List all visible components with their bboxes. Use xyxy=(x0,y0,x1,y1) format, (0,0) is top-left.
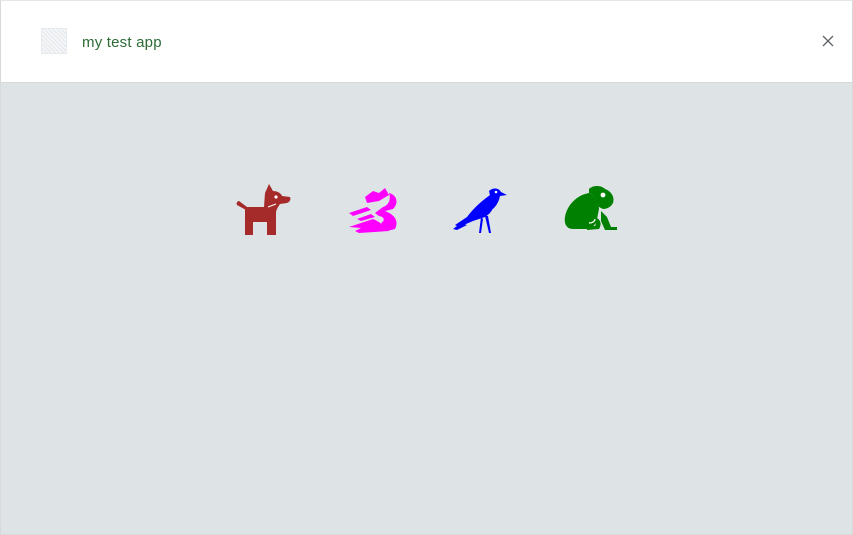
app-title: my test app xyxy=(82,34,162,51)
frog-icon xyxy=(563,183,619,237)
app-placeholder-icon xyxy=(41,28,67,54)
dog-icon xyxy=(235,183,291,237)
crow-icon xyxy=(453,183,509,237)
dragon-icon xyxy=(345,183,401,237)
animal-row xyxy=(235,183,619,237)
close-button[interactable] xyxy=(818,31,838,51)
app-window: my test app xyxy=(0,0,853,535)
close-icon xyxy=(822,35,834,47)
title-bar: my test app xyxy=(1,1,852,83)
main-content xyxy=(1,83,852,534)
